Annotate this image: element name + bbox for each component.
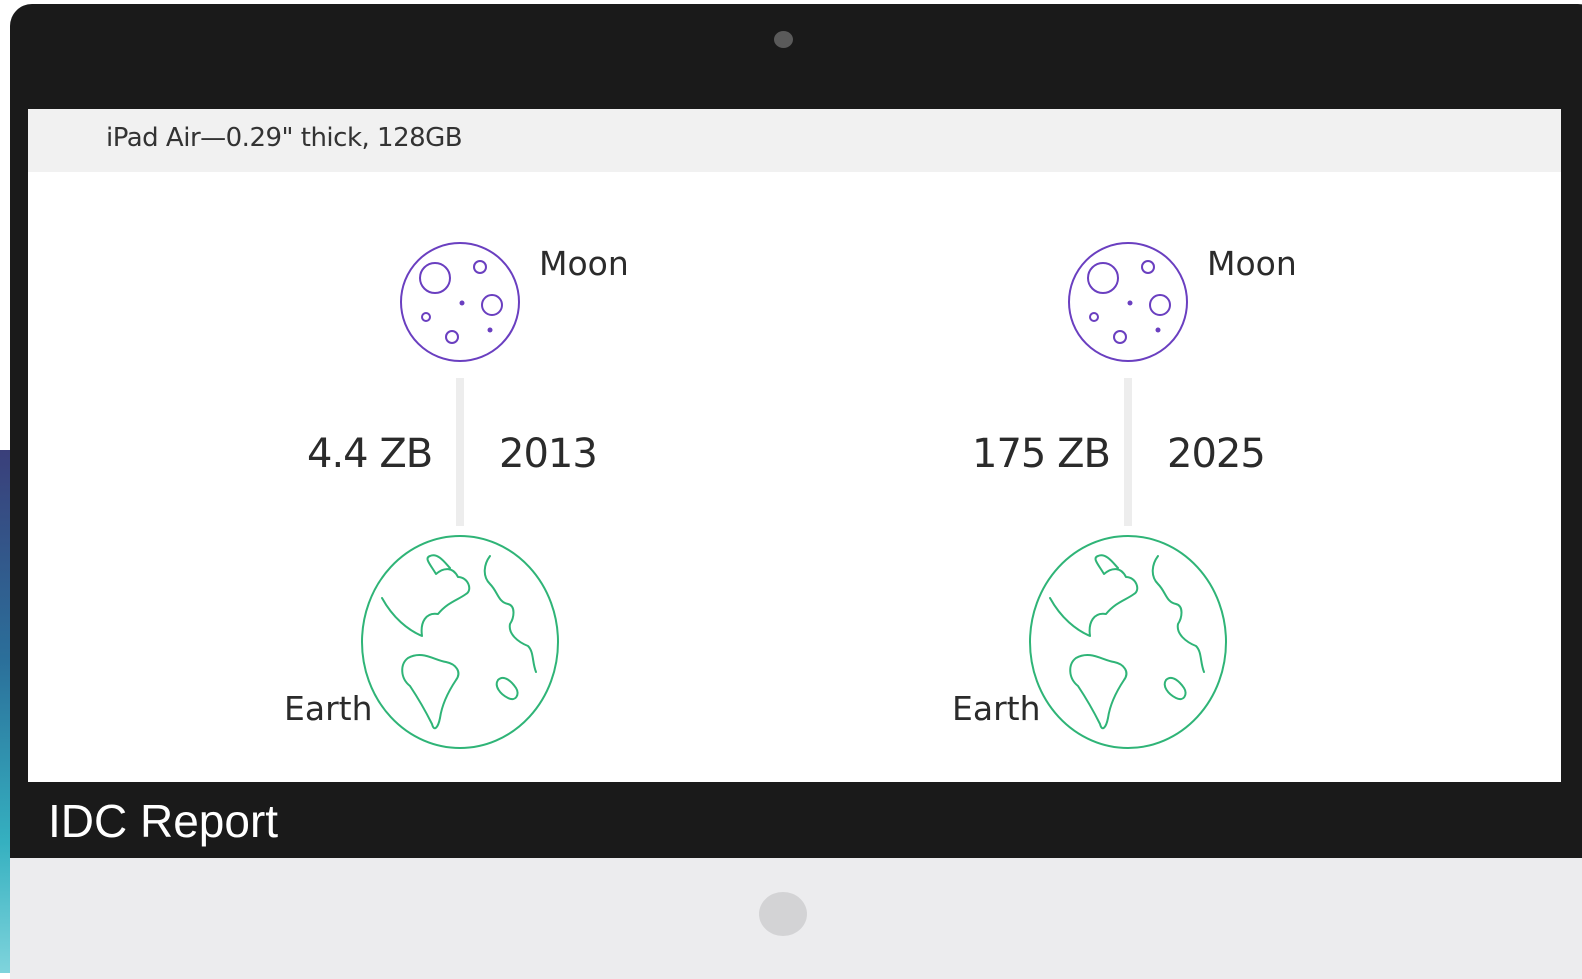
home-button-icon[interactable] [759, 892, 807, 936]
comparison-panel-2013: Moon 4.4 ZB 2013 Earth [28, 172, 788, 782]
earth-label: Earth [284, 689, 373, 728]
caption-bar: IDC Report [10, 782, 1582, 858]
moon-label: Moon [539, 244, 629, 283]
data-amount: 4.4 ZB [307, 431, 433, 477]
moon-icon [400, 242, 520, 362]
screen-header: iPad Air—0.29" thick, 128GB [28, 109, 1561, 172]
earth-icon [1029, 535, 1227, 749]
earth-icon [361, 535, 559, 749]
illustration [1029, 242, 1227, 749]
connector-line [1124, 378, 1132, 526]
comparison-panel-2025: Moon 175 ZB 2025 Earth [696, 172, 1456, 782]
connector-line [456, 378, 464, 526]
header-title: iPad Air—0.29" thick, 128GB [106, 123, 463, 153]
illustration [361, 242, 559, 749]
moon-icon [1068, 242, 1188, 362]
year-label: 2025 [1167, 431, 1266, 477]
report-caption: IDC Report [48, 795, 279, 847]
year-label: 2013 [499, 431, 598, 477]
tablet-screen: iPad Air—0.29" thick, 128GB Moon 4.4 ZB … [28, 109, 1561, 782]
earth-label: Earth [952, 689, 1041, 728]
data-amount: 175 ZB [972, 431, 1111, 477]
tablet-frame: iPad Air—0.29" thick, 128GB Moon 4.4 ZB … [10, 4, 1582, 979]
moon-label: Moon [1207, 244, 1297, 283]
bottom-bezel [10, 858, 1582, 979]
camera-icon [774, 31, 793, 48]
